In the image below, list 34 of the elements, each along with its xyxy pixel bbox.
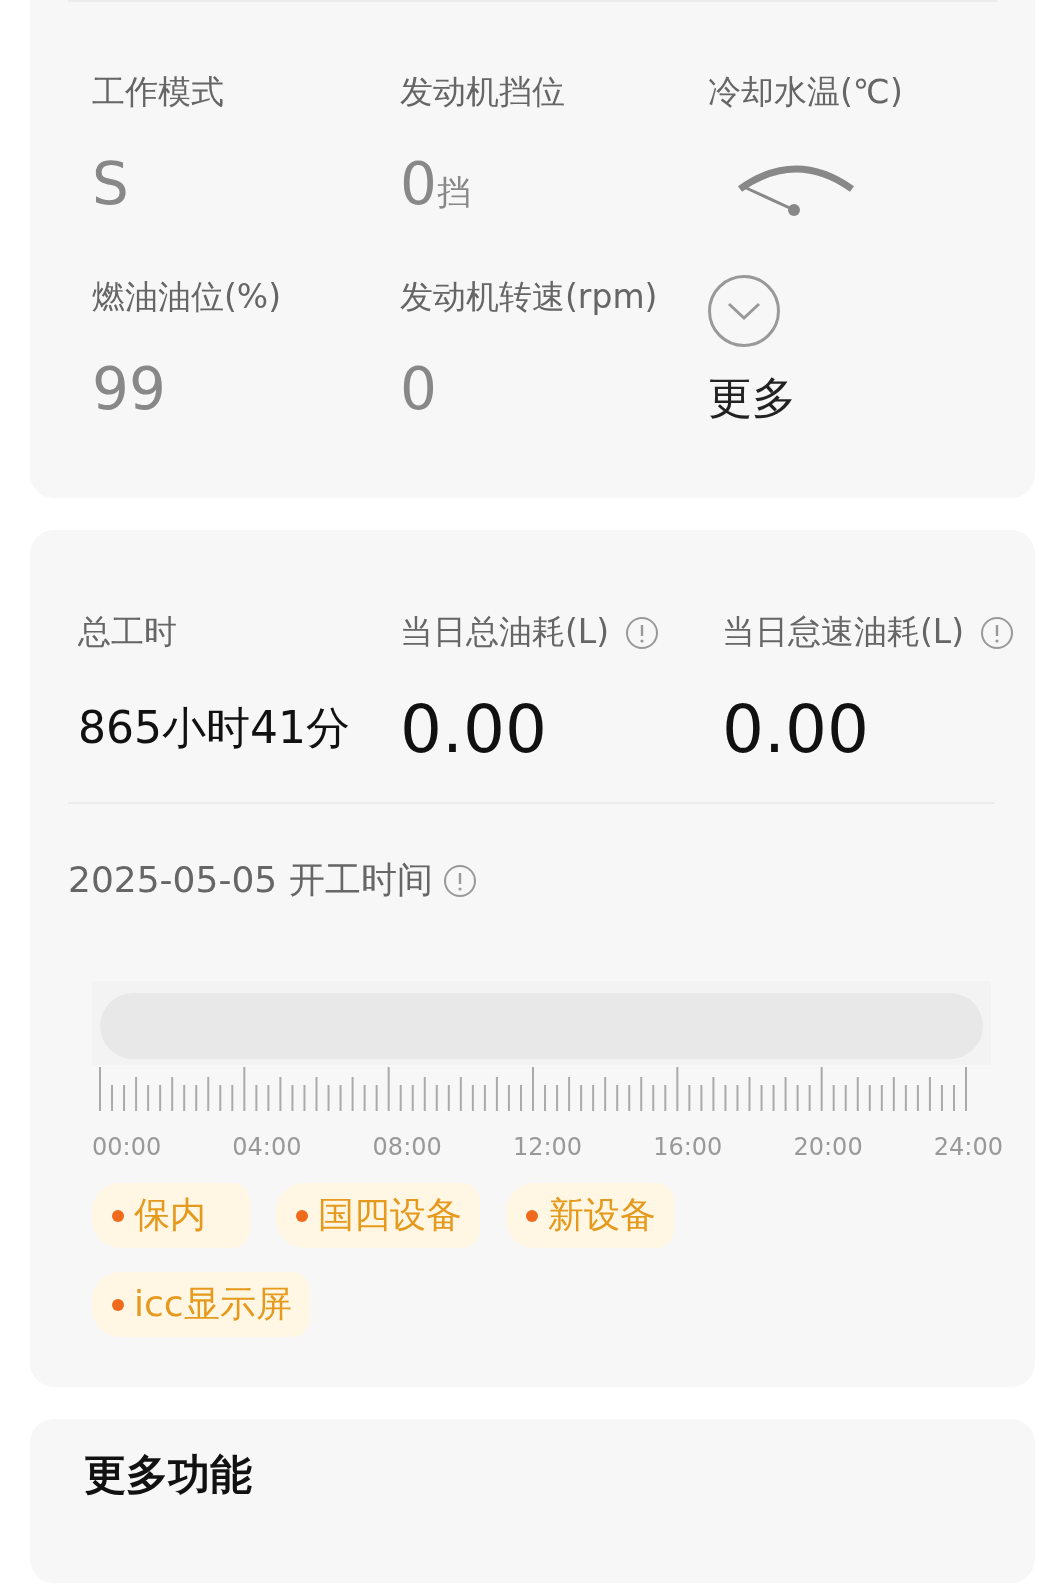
time-label: 04:00 [232, 1133, 302, 1161]
time-label: 20:00 [793, 1133, 863, 1161]
stat-label: 当日总油耗(L) [400, 611, 610, 653]
stat-value: 0.00 [722, 691, 870, 768]
info-icon[interactable] [980, 615, 1015, 650]
info-icon[interactable] [442, 863, 477, 898]
stat-label: 当日怠速油耗(L) [722, 611, 965, 653]
time-label: 24:00 [933, 1133, 1003, 1161]
metric-value: 99 [92, 360, 167, 418]
time-label: 00:00 [92, 1133, 162, 1161]
time-label: 16:00 [653, 1133, 723, 1161]
stat-value: 0.00 [400, 691, 548, 768]
tag: icc显示屏 [92, 1272, 310, 1337]
metric-value: 0 [400, 360, 438, 418]
metric-label: 燃油油位(%) [92, 276, 283, 318]
info-icon[interactable] [625, 615, 660, 650]
metric-label: 工作模式 [92, 71, 225, 113]
chevron-down-icon [727, 301, 761, 321]
metric-label: 冷却水温(℃) [708, 71, 904, 113]
metric-value: 0挡 [400, 155, 472, 213]
tag: 保内 [92, 1183, 250, 1248]
metric-label: 发动机挡位 [400, 71, 566, 113]
metric-value: S [92, 155, 130, 213]
more-link[interactable]: 更多 [708, 369, 997, 428]
section-title: 更多功能 [84, 1449, 253, 1501]
metric-label: 发动机转速(rpm) [400, 276, 659, 318]
expand-button[interactable] [708, 275, 780, 347]
timeline-title: 2025-05-05 开工时间 [68, 858, 433, 902]
stat-label: 总工时 [78, 611, 177, 653]
time-label: 08:00 [372, 1133, 442, 1161]
time-label: 12:00 [512, 1133, 583, 1161]
tag: 国四设备 [276, 1183, 480, 1248]
stat-value: 865小时41分 [78, 701, 351, 755]
tag: 新设备 [506, 1183, 674, 1248]
